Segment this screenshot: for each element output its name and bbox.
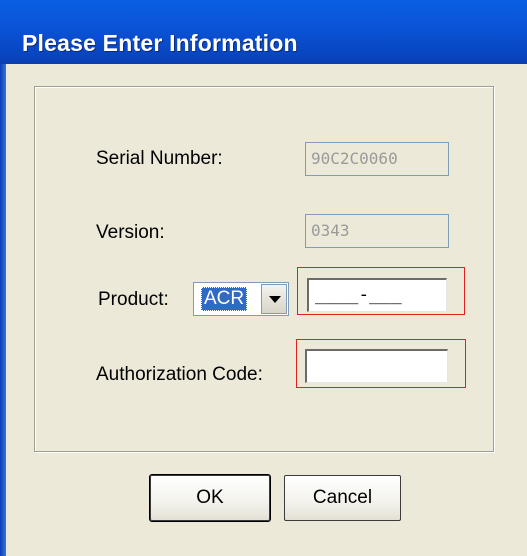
title-bar[interactable]: Please Enter Information xyxy=(0,0,527,64)
cancel-button[interactable]: Cancel xyxy=(284,475,401,521)
window-title: Please Enter Information xyxy=(22,30,298,56)
serial-number-field: 90C2C0060 xyxy=(305,142,449,176)
authorization-code-input[interactable] xyxy=(305,349,448,383)
product-label: Product: xyxy=(98,289,169,310)
product-code-input[interactable]: ____-___ xyxy=(307,278,447,312)
version-label: Version: xyxy=(96,222,165,243)
chevron-down-icon xyxy=(269,296,281,303)
product-dropdown-button[interactable] xyxy=(261,284,287,314)
authorization-code-label: Authorization Code: xyxy=(96,364,263,385)
version-field: 0343 xyxy=(305,214,449,248)
product-select[interactable]: ACR xyxy=(193,282,289,316)
serial-number-label: Serial Number: xyxy=(96,148,223,169)
ok-button[interactable]: OK xyxy=(149,474,271,522)
product-selected-value: ACR xyxy=(201,287,248,311)
